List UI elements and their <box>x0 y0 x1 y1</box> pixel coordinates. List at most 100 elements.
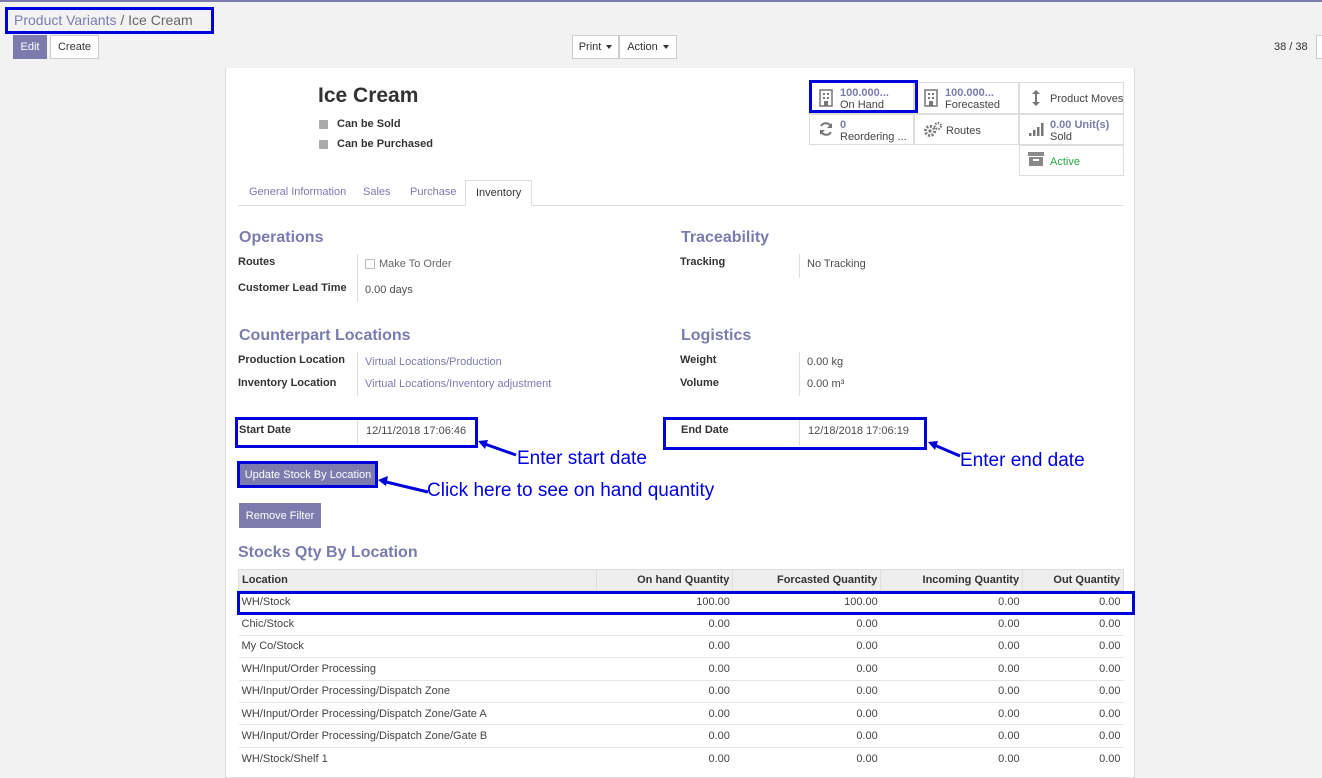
cell-out: 0.00 <box>1022 612 1124 636</box>
cell-forecasted: 0.00 <box>732 724 881 748</box>
table-row[interactable]: WH/Input/Order Processing/Dispatch Zone/… <box>238 724 1124 748</box>
active-label: Active <box>1050 156 1080 168</box>
vertical-arrows-icon <box>1028 89 1044 107</box>
breadcrumb-parent[interactable]: Product Variants <box>14 12 116 28</box>
make-to-order-label: Make To Order <box>379 258 452 270</box>
sold-button[interactable]: 0.00 Unit(s) Sold <box>1019 114 1124 145</box>
col-on-hand[interactable]: On hand Quantity <box>595 569 734 591</box>
cell-out: 0.00 <box>1022 724 1124 748</box>
tab-sales[interactable]: Sales <box>353 180 401 206</box>
cell-location: My Co/Stock <box>238 634 597 658</box>
field-divider <box>799 352 800 396</box>
table-row[interactable]: WH/Stock/Shelf 1 0.00 0.00 0.00 0.00 <box>238 746 1124 770</box>
cell-on-hand: 0.00 <box>596 724 733 748</box>
top-accent-line <box>0 0 1322 2</box>
product-moves-button[interactable]: Product Moves <box>1019 82 1124 114</box>
can-be-sold-label: Can be Sold <box>337 118 401 130</box>
reordering-label: Reordering ... <box>840 131 907 143</box>
customer-lead-time-label: Customer Lead Time <box>238 282 347 294</box>
cell-location: Chic/Stock <box>238 612 597 636</box>
sold-value: 0.00 Unit(s) <box>1050 119 1110 131</box>
cell-incoming: 0.00 <box>880 634 1023 658</box>
gears-icon <box>923 121 943 139</box>
form-sheet: Ice Cream Can be Sold Can be Purchased 1… <box>225 68 1135 778</box>
cell-incoming: 0.00 <box>880 746 1023 770</box>
table-row[interactable]: My Co/Stock 0.00 0.00 0.00 0.00 <box>238 634 1124 658</box>
end-date-highlight-box <box>663 417 927 450</box>
cell-forecasted: 0.00 <box>732 657 881 681</box>
cell-location: WH/Input/Order Processing/Dispatch Zone <box>238 679 597 703</box>
stocks-qty-heading: Stocks Qty By Location <box>238 544 418 561</box>
forecasted-label: Forecasted <box>945 99 1001 111</box>
building-icon <box>923 89 939 107</box>
field-divider <box>357 254 358 302</box>
remove-filter-button[interactable]: Remove Filter <box>239 503 321 528</box>
print-label: Print <box>578 41 602 53</box>
notebook-tabs: General Information Sales Purchase Inven… <box>238 180 1124 206</box>
start-date-highlight-box <box>235 417 478 448</box>
reordering-button[interactable]: 0 Reordering ... <box>809 114 914 145</box>
cell-forecasted: 0.00 <box>732 612 881 636</box>
cell-forecasted: 0.00 <box>732 701 881 725</box>
start-date-arrow-icon <box>478 440 517 457</box>
counterpart-locations-heading: Counterpart Locations <box>239 327 411 344</box>
pager-previous-button[interactable] <box>1316 35 1322 59</box>
sold-label: Sold <box>1050 131 1073 143</box>
table-row[interactable]: WH/Input/Order Processing/Dispatch Zone/… <box>238 701 1124 725</box>
forecasted-value: 100.000... <box>945 87 994 99</box>
traceability-heading: Traceability <box>681 229 770 246</box>
cell-on-hand: 0.00 <box>596 701 733 725</box>
tab-general-information[interactable]: General Information <box>239 180 356 206</box>
make-to-order-checkbox[interactable] <box>365 259 375 269</box>
weight-label: Weight <box>680 354 717 366</box>
archive-icon <box>1028 152 1044 170</box>
active-toggle-button[interactable]: Active <box>1019 145 1124 176</box>
cell-forecasted: 0.00 <box>732 746 881 770</box>
cell-location: WH/Input/Order Processing <box>238 657 597 681</box>
can-be-purchased-checkbox[interactable] <box>319 140 328 149</box>
customer-lead-time-value: 0.00 days <box>365 284 413 296</box>
col-forecasted[interactable]: Forcasted Quantity <box>732 569 882 591</box>
cell-out: 0.00 <box>1022 679 1124 703</box>
table-row[interactable]: WH/Input/Order Processing 0.00 0.00 0.00 0.0… <box>238 657 1124 681</box>
action-dropdown[interactable]: Action <box>619 35 677 59</box>
caret-down-icon <box>662 45 669 49</box>
cell-incoming: 0.00 <box>880 701 1023 725</box>
cell-on-hand: 0.00 <box>596 679 733 703</box>
cell-out: 0.00 <box>1022 657 1124 681</box>
field-divider <box>799 254 800 278</box>
signal-bars-icon <box>1028 121 1044 139</box>
production-location-link[interactable]: Virtual Locations/Production <box>365 356 502 368</box>
operations-heading: Operations <box>239 229 324 246</box>
print-dropdown[interactable]: Print <box>572 35 619 59</box>
update-annotation: Click here to see on hand quantity <box>427 480 715 501</box>
inventory-location-link[interactable]: Virtual Locations/Inventory adjustment <box>365 378 551 390</box>
volume-label: Volume <box>680 377 719 389</box>
col-incoming[interactable]: Incoming Quantity <box>880 569 1024 591</box>
action-label: Action <box>627 41 658 53</box>
col-location[interactable]: Location <box>238 569 597 591</box>
tab-inventory[interactable]: Inventory <box>465 180 533 206</box>
create-button[interactable]: Create <box>50 35 99 59</box>
table-row[interactable]: WH/Input/Order Processing/Dispatch Zone 0… <box>238 679 1124 703</box>
tracking-value: No Tracking <box>807 258 866 270</box>
end-date-annotation: Enter end date <box>960 450 1085 471</box>
edit-button[interactable]: Edit <box>13 35 47 59</box>
cell-incoming: 0.00 <box>880 612 1023 636</box>
stock-table-header: Location On hand Quantity Forcasted Quan… <box>238 569 1124 591</box>
caret-down-icon <box>606 45 613 49</box>
pager-counter: 38 / 38 <box>1274 41 1308 53</box>
table-row[interactable]: Chic/Stock 0.00 0.00 0.00 0.00 <box>238 612 1124 636</box>
start-date-annotation: Enter start date <box>517 448 647 469</box>
cell-location: WH/Stock/Shelf 1 <box>238 746 597 770</box>
tab-purchase[interactable]: Purchase <box>400 180 466 206</box>
wh-stock-row-highlight-box <box>237 591 1135 615</box>
routes-button[interactable]: Routes <box>914 114 1019 145</box>
can-be-sold-checkbox[interactable] <box>319 120 328 129</box>
cell-on-hand: 0.00 <box>596 612 733 636</box>
cell-location: WH/Input/Order Processing/Dispatch Zone/… <box>238 701 597 725</box>
col-out[interactable]: Out Quantity <box>1022 569 1124 591</box>
forecasted-button[interactable]: 100.000... Forecasted <box>914 82 1019 114</box>
cell-out: 0.00 <box>1022 746 1124 770</box>
reordering-value: 0 <box>840 119 847 131</box>
